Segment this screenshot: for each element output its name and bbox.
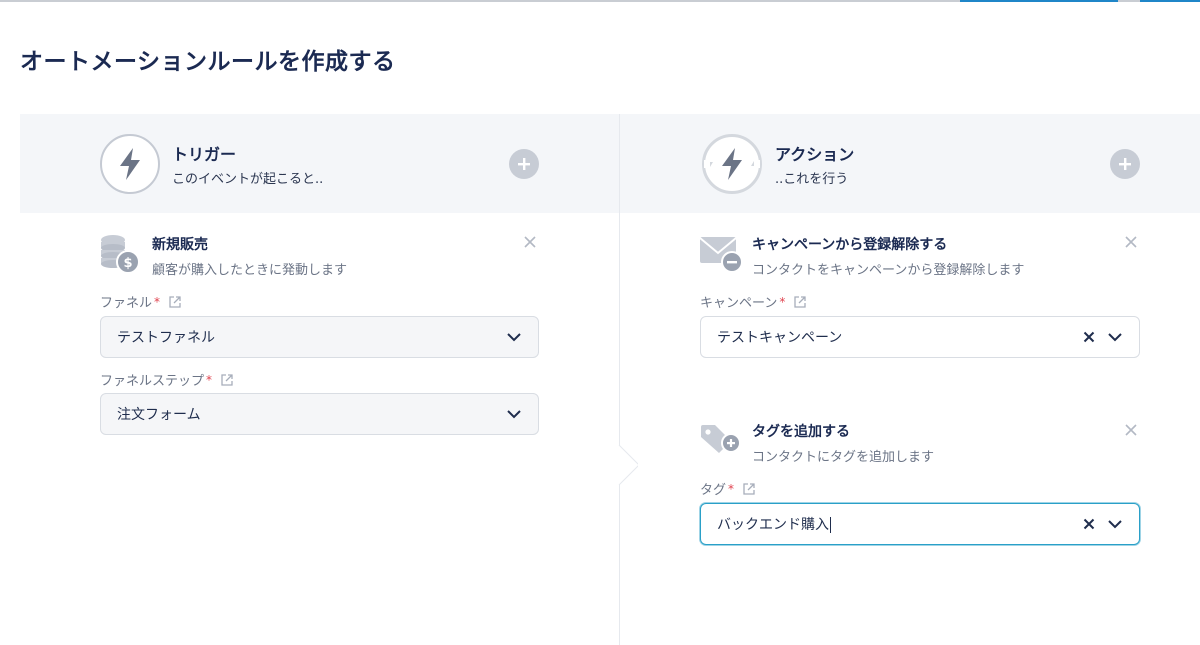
add-action-button[interactable]: [1110, 149, 1140, 179]
flow-arrow-icon: [618, 445, 638, 485]
action-refresh-bolt-icon: [702, 134, 762, 194]
action-header-title: アクション: [775, 145, 855, 164]
funnel-label: ファネル *: [100, 292, 182, 311]
add-trigger-button[interactable]: [509, 149, 539, 179]
trigger-description: 顧客が購入したときに発動します: [152, 263, 348, 278]
remove-action-close-icon[interactable]: [1124, 235, 1138, 249]
clear-icon[interactable]: [1083, 518, 1095, 530]
clear-icon[interactable]: [1083, 331, 1095, 343]
action-unsubscribe-title: キャンペーンから登録解除する: [752, 237, 948, 253]
chevron-down-icon: [1108, 333, 1122, 342]
trigger-header-title: トリガー: [172, 145, 237, 164]
progress-segment: [1140, 0, 1200, 2]
trigger-bolt-icon: [100, 134, 160, 194]
chevron-down-icon: [507, 410, 521, 419]
funnel-select-value: テストファネル: [117, 330, 215, 346]
top-progress-line: [0, 0, 1200, 2]
tag-label: タグ *: [700, 479, 756, 498]
remove-action-close-icon[interactable]: [1124, 423, 1138, 437]
funnel-step-select[interactable]: 注文フォーム: [100, 393, 539, 435]
campaign-select[interactable]: テストキャンペーン: [700, 316, 1140, 358]
tag-plus-icon: [701, 425, 741, 453]
campaign-label: キャンペーン *: [700, 292, 807, 311]
progress-segment: [960, 0, 1118, 2]
chevron-down-icon: [1108, 520, 1122, 529]
external-link-icon[interactable]: [742, 482, 756, 496]
envelope-minus-icon: [699, 237, 743, 273]
remove-trigger-close-icon[interactable]: [523, 235, 537, 249]
action-add-tag-description: コンタクトにタグを追加します: [752, 450, 935, 465]
action-unsubscribe-description: コンタクトをキャンペーンから登録解除します: [752, 263, 1025, 278]
plus-icon: [518, 158, 530, 170]
tag-input-value: バックエンド購入: [717, 517, 829, 533]
external-link-icon[interactable]: [793, 295, 807, 309]
plus-icon: [1119, 158, 1131, 170]
tag-input[interactable]: バックエンド購入: [700, 503, 1140, 545]
funnel-select[interactable]: テストファネル: [100, 316, 539, 358]
column-divider: [619, 114, 620, 645]
page-title: オートメーションルールを作成する: [20, 49, 396, 75]
text-caret: [830, 517, 831, 533]
external-link-icon[interactable]: [220, 373, 234, 387]
coins-dollar-icon: $: [101, 235, 140, 274]
trigger-title: 新規販売: [152, 237, 208, 253]
action-header-subtitle: ..これを行う: [775, 172, 849, 187]
external-link-icon[interactable]: [168, 295, 182, 309]
action-add-tag-title: タグを追加する: [752, 424, 850, 440]
chevron-down-icon: [507, 333, 521, 342]
funnel-step-label: ファネルステップ *: [100, 370, 234, 389]
trigger-header-subtitle: このイベントが起こると..: [172, 172, 324, 187]
campaign-select-value: テストキャンペーン: [717, 330, 843, 346]
svg-text:$: $: [123, 256, 132, 271]
funnel-step-select-value: 注文フォーム: [117, 407, 201, 423]
